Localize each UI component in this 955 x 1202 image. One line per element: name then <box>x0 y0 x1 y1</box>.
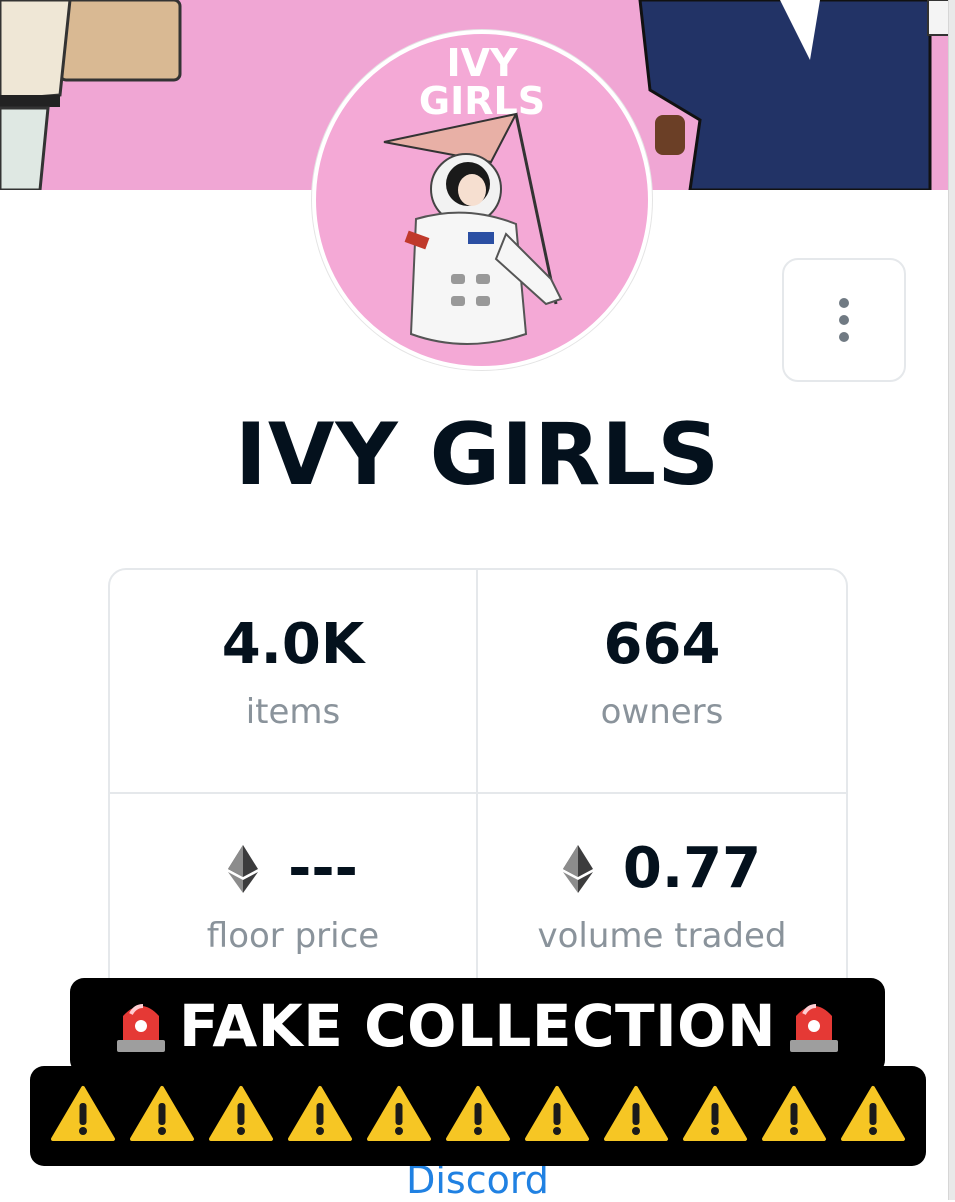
police-light-icon <box>786 994 842 1058</box>
stat-owners[interactable]: 664 owners <box>478 570 846 794</box>
vertical-dots-icon <box>839 298 849 342</box>
page-edge <box>948 0 955 1200</box>
astronaut-illustration <box>383 112 563 345</box>
warning-icon <box>287 1085 353 1147</box>
more-options-button[interactable] <box>782 258 906 382</box>
collection-title: IVY GIRLS <box>234 405 721 505</box>
stat-label: owners <box>600 692 724 732</box>
stat-value: 0.77 <box>622 836 762 901</box>
warning-icon <box>603 1085 669 1147</box>
collection-avatar: IVY GIRLS <box>312 30 652 370</box>
warning-icon <box>445 1085 511 1147</box>
police-light-icon <box>113 994 169 1058</box>
ethereum-icon <box>228 845 259 893</box>
stat-label: volume traded <box>537 916 787 956</box>
stat-value: 664 <box>603 612 721 677</box>
stat-label: floor price <box>206 916 380 956</box>
warning-icon <box>524 1085 590 1147</box>
warning-icon <box>761 1085 827 1147</box>
warning-icons-row <box>30 1066 926 1166</box>
fake-collection-text: FAKE COLLECTION <box>178 992 777 1060</box>
stat-items[interactable]: 4.0K items <box>110 570 478 794</box>
stat-value-row: --- <box>228 836 358 902</box>
stat-label: items <box>245 692 341 732</box>
stat-value-row: 0.77 <box>562 836 762 902</box>
ethereum-icon <box>562 845 593 893</box>
collection-stats: 4.0K items 664 owners --- floor price 0.… <box>108 568 848 1028</box>
warning-icon <box>208 1085 274 1147</box>
stat-value: 4.0K <box>221 612 365 677</box>
fake-collection-banner: FAKE COLLECTION <box>70 978 885 1074</box>
warning-icon <box>50 1085 116 1147</box>
warning-icon <box>129 1085 195 1147</box>
warning-icon <box>682 1085 748 1147</box>
warning-icon <box>366 1085 432 1147</box>
warning-icon <box>840 1085 906 1147</box>
stat-value: --- <box>288 836 358 901</box>
